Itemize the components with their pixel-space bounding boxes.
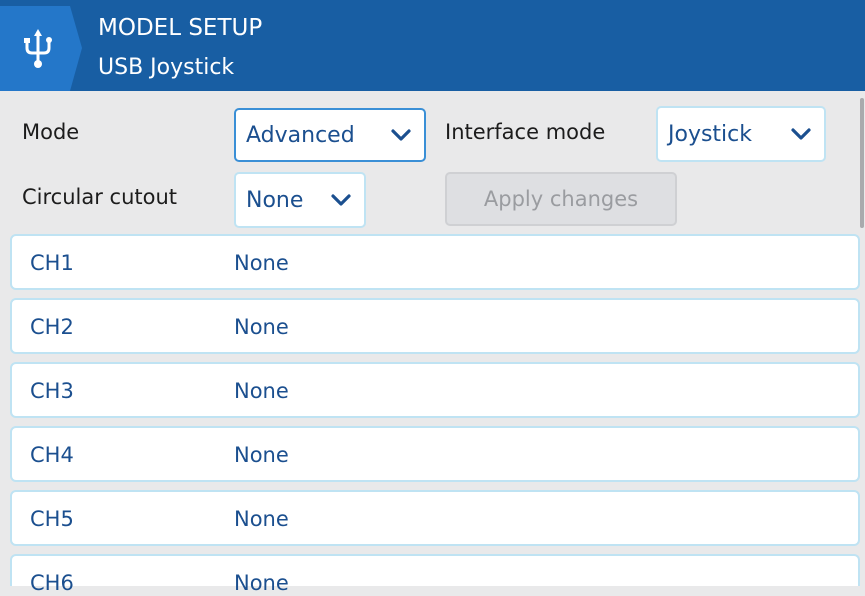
- mode-label: Mode: [22, 120, 80, 144]
- chevron-down-icon: [791, 128, 811, 140]
- channel-name: CH3: [30, 379, 74, 403]
- channel-name: CH2: [30, 315, 74, 339]
- channel-value: None: [234, 315, 289, 339]
- usb-icon-tab[interactable]: [0, 6, 82, 91]
- channel-name: CH1: [30, 251, 74, 275]
- list-item[interactable]: CH6 None: [10, 554, 860, 595]
- usb-icon: [24, 29, 52, 68]
- chevron-down-icon: [331, 194, 351, 206]
- channel-name: CH5: [30, 507, 74, 531]
- channel-value: None: [234, 507, 289, 531]
- page-title: MODEL SETUP: [98, 15, 263, 41]
- page-subtitle: USB Joystick: [98, 55, 235, 80]
- circular-cutout-select[interactable]: None: [234, 172, 366, 228]
- channel-value: None: [234, 251, 289, 275]
- circular-cutout-label: Circular cutout: [22, 185, 178, 209]
- list-item[interactable]: CH4 None: [10, 426, 860, 482]
- interface-mode-select-value: Joystick: [668, 121, 753, 147]
- chevron-down-icon: [391, 129, 411, 141]
- apply-changes-button[interactable]: Apply changes: [445, 172, 677, 226]
- circular-cutout-select-value: None: [246, 187, 304, 213]
- channel-value: None: [234, 443, 289, 467]
- channel-name: CH4: [30, 443, 74, 467]
- list-item[interactable]: CH5 None: [10, 490, 860, 546]
- header-bar: MODEL SETUP USB Joystick: [0, 0, 865, 91]
- interface-mode-label: Interface mode: [445, 120, 606, 144]
- mode-select[interactable]: Advanced: [234, 108, 426, 162]
- list-item[interactable]: CH2 None: [10, 298, 860, 354]
- scrollbar[interactable]: [860, 98, 864, 228]
- interface-mode-select[interactable]: Joystick: [656, 106, 826, 162]
- list-item[interactable]: CH1 None: [10, 234, 860, 290]
- list-item[interactable]: CH3 None: [10, 362, 860, 418]
- mode-select-value: Advanced: [246, 122, 355, 148]
- channel-value: None: [234, 379, 289, 403]
- channel-name: CH6: [30, 571, 74, 595]
- channel-value: None: [234, 571, 289, 595]
